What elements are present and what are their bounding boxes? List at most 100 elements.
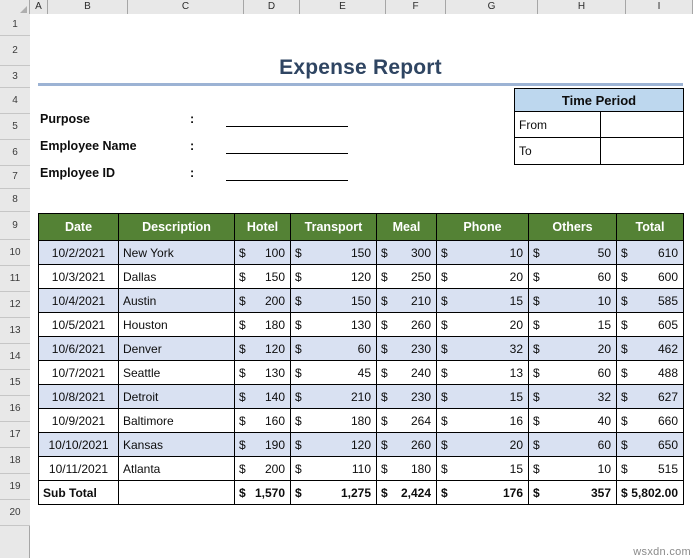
table-row: 10/7/2021 Seattle $130 $45 $240 $13 $60 $488	[38, 360, 684, 385]
currency-symbol: $	[621, 389, 628, 404]
form-input-employee-name[interactable]	[226, 139, 348, 154]
cell-description: Kansas	[118, 432, 235, 457]
row-header-9[interactable]: 9	[0, 212, 30, 240]
currency-symbol: $	[381, 461, 388, 476]
currency-symbol: $	[239, 485, 246, 500]
cell-description: Austin	[118, 288, 235, 313]
subtotal-description	[118, 480, 235, 505]
form-colon-employee-id: :	[190, 166, 195, 180]
row-header-14[interactable]: 14	[0, 344, 30, 370]
currency-symbol: $	[621, 485, 628, 500]
form-label-purpose: Purpose	[40, 112, 91, 126]
currency-symbol: $	[441, 269, 448, 284]
row-header-20[interactable]: 20	[0, 500, 30, 526]
cell-hotel: $200	[234, 288, 291, 313]
currency-symbol: $	[295, 437, 302, 452]
cell-hotel: $190	[234, 432, 291, 457]
currency-symbol: $	[239, 365, 246, 380]
amount-value: 120	[264, 341, 285, 356]
row-header-15[interactable]: 15	[0, 370, 30, 396]
table-row: 10/6/2021 Denver $120 $60 $230 $32 $20 $462	[38, 336, 684, 361]
cell-transport: $120	[290, 432, 377, 457]
column-header-d[interactable]: D	[244, 0, 300, 14]
cell-total: $605	[616, 312, 684, 337]
form-label-employee-id: Employee ID	[40, 166, 116, 180]
row-header-7[interactable]: 7	[0, 166, 30, 189]
amount-value: 20	[597, 341, 611, 356]
amount-value: 150	[264, 269, 285, 284]
amount-value: 190	[264, 437, 285, 452]
column-header-f[interactable]: F	[386, 0, 446, 14]
column-header-b[interactable]: B	[48, 0, 128, 14]
form-input-purpose[interactable]	[226, 112, 348, 127]
time-period-label-to: To	[515, 138, 601, 164]
row-header-13[interactable]: 13	[0, 318, 30, 344]
cell-meal: $260	[376, 312, 437, 337]
column-header-e[interactable]: E	[300, 0, 386, 14]
amount-value: 15	[509, 461, 523, 476]
row-header-12[interactable]: 12	[0, 292, 30, 318]
currency-symbol: $	[441, 293, 448, 308]
row-header-10[interactable]: 10	[0, 240, 30, 266]
column-header-a[interactable]: A	[30, 0, 48, 14]
cell-hotel: $150	[234, 264, 291, 289]
time-period-input-from[interactable]	[601, 112, 683, 137]
row-header-19[interactable]: 19	[0, 474, 30, 500]
row-header-5[interactable]: 5	[0, 114, 30, 140]
cell-transport: $110	[290, 456, 377, 481]
expense-table: Date Description Hotel Transport Meal Phone Ot…	[38, 213, 684, 505]
subtotal-label: Sub Total	[38, 480, 119, 505]
cell-meal: $264	[376, 408, 437, 433]
cell-phone: $16	[436, 408, 529, 433]
cell-others: $10	[528, 456, 617, 481]
amount-value: 200	[264, 293, 285, 308]
amount-value: 140	[264, 389, 285, 404]
column-header-i[interactable]: I	[626, 0, 693, 14]
currency-symbol: $	[381, 365, 388, 380]
row-header-6[interactable]: 6	[0, 140, 30, 166]
currency-symbol: $	[381, 413, 388, 428]
form-input-employee-id[interactable]	[226, 166, 348, 181]
cell-date: 10/3/2021	[38, 264, 119, 289]
subtotal-meal: $2,424	[376, 480, 437, 505]
row-header-18[interactable]: 18	[0, 448, 30, 474]
column-header-others: Others	[528, 213, 617, 241]
amount-value: 40	[597, 413, 611, 428]
amount-value: 60	[357, 341, 371, 356]
row-header-2[interactable]: 2	[0, 36, 30, 66]
amount-value: 5,802.00	[631, 485, 678, 500]
row-header-3[interactable]: 3	[0, 66, 30, 88]
currency-symbol: $	[621, 317, 628, 332]
amount-value: 110	[351, 461, 371, 476]
cell-meal: $230	[376, 336, 437, 361]
amount-value: 660	[657, 413, 678, 428]
select-all-triangle-icon	[20, 6, 27, 13]
time-period-input-to[interactable]	[601, 138, 683, 164]
row-header-17[interactable]: 17	[0, 422, 30, 448]
row-header-11[interactable]: 11	[0, 266, 30, 292]
amount-value: 16	[509, 413, 523, 428]
subtotal-row: Sub Total $1,570 $1,275 $2,424 $176 $357 $5,80…	[38, 480, 684, 505]
column-header-g[interactable]: G	[446, 0, 538, 14]
column-header-h[interactable]: H	[538, 0, 626, 14]
column-header-c[interactable]: C	[128, 0, 244, 14]
row-header-8[interactable]: 8	[0, 189, 30, 212]
cell-total: $600	[616, 264, 684, 289]
amount-value: 15	[597, 317, 611, 332]
cell-meal: $230	[376, 384, 437, 409]
cell-transport: $210	[290, 384, 377, 409]
time-period-box: Time Period From To	[514, 88, 684, 165]
amount-value: 60	[597, 365, 611, 380]
currency-symbol: $	[381, 317, 388, 332]
cell-total: $488	[616, 360, 684, 385]
row-header-16[interactable]: 16	[0, 396, 30, 422]
select-all-corner[interactable]	[0, 0, 30, 14]
cell-hotel: $180	[234, 312, 291, 337]
currency-symbol: $	[533, 389, 540, 404]
row-header-1[interactable]: 1	[0, 14, 30, 36]
row-header-4[interactable]: 4	[0, 88, 30, 114]
amount-value: 130	[350, 317, 371, 332]
cell-phone: $32	[436, 336, 529, 361]
currency-symbol: $	[381, 269, 388, 284]
amount-value: 610	[657, 245, 678, 260]
